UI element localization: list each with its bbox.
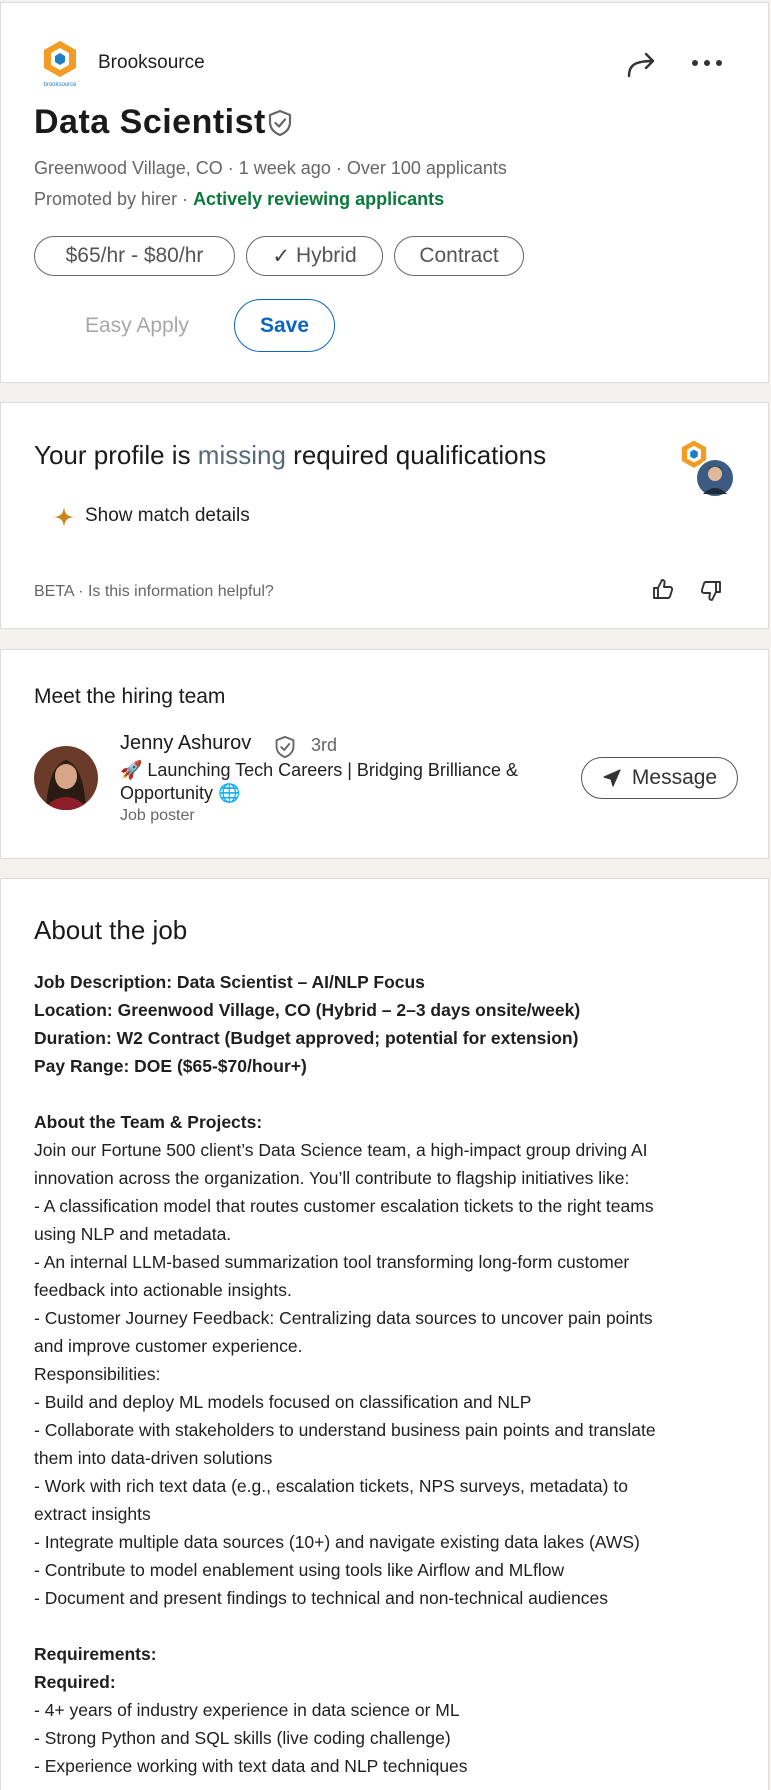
heading-part-pre: Your profile is (34, 440, 198, 470)
contract-pill-label: Contract (419, 244, 499, 267)
description-line: - Customer Journey Feedback: Centralizin… (34, 1308, 653, 1328)
heading-part-post: required qualifications (285, 440, 547, 470)
salary-pill[interactable]: $65/hr - $80/hr (34, 236, 235, 276)
about-job-heading: About the job (34, 915, 188, 945)
description-line: Location: Greenwood Village, CO (Hybrid … (34, 1000, 581, 1020)
job-description: Job Description: Data Scientist – AI/NLP… (34, 968, 754, 1780)
description-line: Responsibilities: (34, 1364, 161, 1384)
job-poster-label: Job poster (120, 807, 195, 824)
description-line: - Work with rich text data (e.g., escala… (34, 1476, 628, 1496)
send-icon (603, 769, 621, 787)
description-line: using NLP and metadata. (34, 1224, 232, 1244)
description-line: - Document and present findings to techn… (34, 1588, 608, 1608)
promoted-line: Promoted by hirer · Actively reviewing a… (34, 189, 444, 210)
show-match-details-link[interactable]: Show match details (85, 505, 250, 527)
thumbs-down-icon[interactable] (699, 579, 723, 603)
company-name[interactable]: Brooksource (98, 52, 205, 74)
hiring-team-heading: Meet the hiring team (34, 685, 226, 708)
job-meta-line: Greenwood Village, CO · 1 week ago · Ove… (34, 158, 507, 178)
save-button[interactable]: Save (234, 299, 335, 352)
beta-feedback-prompt: BETA · Is this information helpful? (34, 583, 274, 600)
sparkle-icon (54, 507, 74, 527)
logo-caption: brooksource (43, 82, 77, 88)
check-icon: ✓ (272, 244, 290, 268)
job-title: Data Scientist (34, 103, 266, 141)
promoted-label: Promoted by hirer · (34, 189, 194, 209)
job-header-card: brooksource Brooksource Data Scientist G… (0, 2, 769, 383)
about-job-card: About the job Job Description: Data Scie… (0, 878, 769, 1790)
description-line: - Contribute to model enablement using t… (34, 1560, 565, 1580)
description-line: - An internal LLM-based summarization to… (34, 1252, 630, 1272)
salary-pill-label: $65/hr - $80/hr (65, 244, 204, 267)
description-line: them into data-driven solutions (34, 1448, 273, 1468)
description-line: extract insights (34, 1504, 151, 1524)
recruiter-headline: 🚀 Launching Tech Careers | Bridging Bril… (120, 759, 560, 805)
description-line: - Experience working with text data and … (34, 1756, 468, 1776)
hybrid-pill-label: Hybrid (295, 244, 357, 267)
connection-degree: 3rd (311, 735, 338, 755)
description-gap (34, 1612, 754, 1640)
recruiter-avatar[interactable] (34, 746, 98, 810)
description-line: feedback into actionable insights. (34, 1280, 292, 1300)
user-avatar (695, 458, 735, 498)
actively-reviewing-label: Actively reviewing applicants (193, 189, 445, 209)
description-line: Duration: W2 Contract (Budget approved; … (34, 1028, 579, 1048)
share-icon[interactable] (626, 51, 658, 79)
description-line: - Build and deploy ML models focused on … (34, 1392, 532, 1412)
thumbs-up-icon[interactable] (651, 577, 675, 601)
brooksource-logo[interactable]: brooksource (39, 39, 81, 89)
description-line: Job Description: Data Scientist – AI/NLP… (34, 972, 425, 992)
message-button[interactable]: Message (581, 757, 738, 799)
description-line: - 4+ years of industry experience in dat… (34, 1700, 460, 1720)
description-gap (34, 1080, 754, 1108)
description-line: - Integrate multiple data sources (10+) … (34, 1532, 640, 1552)
description-line: Pay Range: DOE ($65-$70/hour+) (34, 1056, 307, 1076)
missing-word: missing (197, 440, 286, 470)
easy-apply-button[interactable]: Easy Apply (85, 314, 189, 338)
description-line: Required: (34, 1672, 116, 1692)
description-line: Requirements: (34, 1644, 157, 1664)
more-options-icon[interactable] (691, 58, 723, 68)
message-button-label: Message (631, 766, 718, 789)
hiring-team-card: Meet the hiring team Jenny Ashurov 3rd 🚀… (0, 649, 769, 859)
description-line: About the Team & Projects: (34, 1112, 263, 1132)
recruiter-name[interactable]: Jenny Ashurov (120, 732, 251, 755)
hybrid-pill[interactable]: ✓ Hybrid (246, 236, 383, 276)
description-line: and improve customer experience. (34, 1336, 303, 1356)
headline-text: 🚀 Launching Tech Careers | Bridging Bril… (120, 760, 518, 803)
profile-match-heading: Your profile is missing required qualifi… (34, 440, 546, 471)
description-line: - Collaborate with stakeholders to under… (34, 1420, 656, 1440)
description-line: - Strong Python and SQL skills (live cod… (34, 1728, 451, 1748)
description-line: - A classification model that routes cus… (34, 1196, 654, 1216)
description-line: innovation across the organization. You’… (34, 1168, 630, 1188)
profile-match-card: Your profile is missing required qualifi… (0, 402, 769, 629)
contract-pill[interactable]: Contract (394, 236, 524, 276)
description-line: Join our Fortune 500 client’s Data Scien… (34, 1140, 648, 1160)
recruiter-verified-icon (275, 735, 295, 759)
globe-icon: 🌐 (218, 783, 241, 803)
verified-shield-icon (268, 109, 292, 137)
